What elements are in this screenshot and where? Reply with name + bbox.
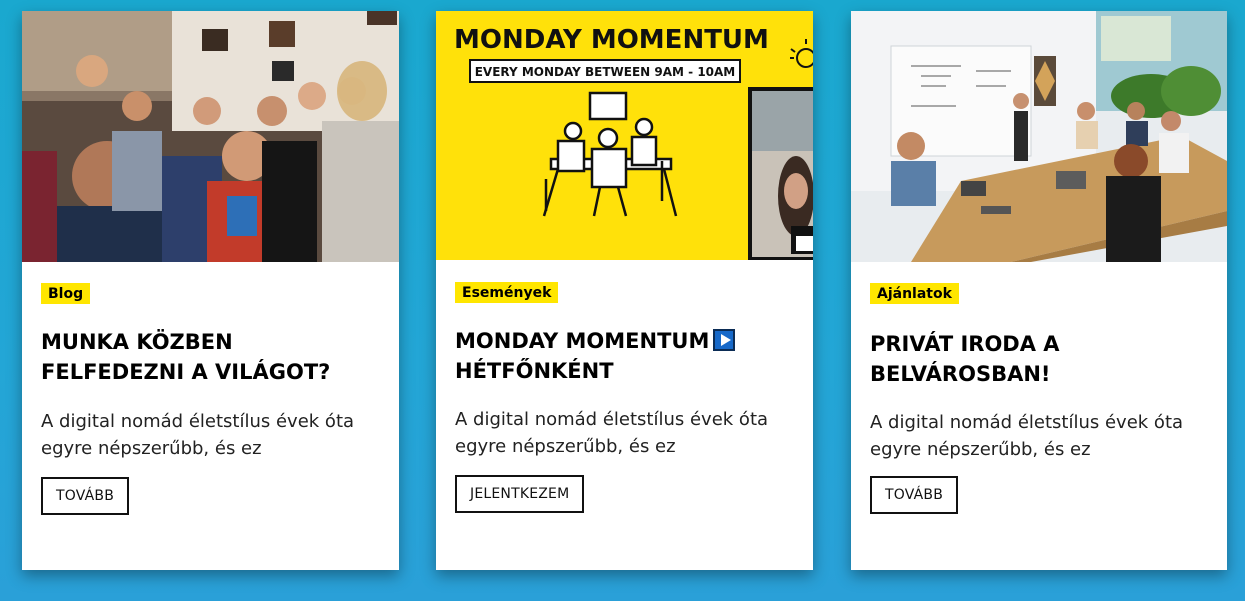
article-card-offer: Ajánlatok PRIVÁT IRODA A BELVÁROSBAN! A … [851, 11, 1227, 570]
more-button[interactable]: TOVÁBB [41, 477, 129, 515]
article-title[interactable]: MUNKA KÖZBEN FELFEDEZNI A VILÁGOT? [41, 327, 371, 387]
play-icon [713, 329, 736, 351]
title-text-line2: HÉTFŐNKÉNT [455, 359, 614, 383]
article-title[interactable]: MONDAY MOMENTUM HÉTFŐNKÉNT [455, 326, 785, 386]
monday-momentum-banner[interactable]: MONDAY MOMENTUM EVERY MONDAY BETWEEN 9AM… [436, 11, 813, 260]
article-title[interactable]: PRIVÁT IRODA A BELVÁROSBAN! [870, 329, 1200, 389]
party-crowd-photo[interactable] [22, 11, 399, 262]
category-badge[interactable]: Blog [41, 283, 91, 304]
office-meeting-photo[interactable] [851, 11, 1227, 262]
article-excerpt: A digital nomád életstílus évek óta egyr… [41, 411, 355, 459]
article-excerpt: A digital nomád életstílus évek óta egyr… [455, 409, 769, 457]
more-button[interactable]: TOVÁBB [870, 476, 958, 514]
banner-headline: MONDAY MOMENTUM [454, 25, 769, 55]
signup-button[interactable]: JELENTKEZEM [455, 475, 585, 513]
article-excerpt: A digital nomád életstílus évek óta egyr… [870, 412, 1184, 460]
article-card-event: MONDAY MOMENTUM EVERY MONDAY BETWEEN 9AM… [436, 11, 813, 570]
title-text: MONDAY MOMENTUM [455, 329, 710, 353]
category-badge[interactable]: Események [455, 282, 559, 303]
article-card-blog: Blog MUNKA KÖZBEN FELFEDEZNI A VILÁGOT? … [22, 11, 399, 570]
banner-subhead: EVERY MONDAY BETWEEN 9AM - 10AM [475, 65, 736, 79]
category-badge[interactable]: Ajánlatok [870, 283, 959, 304]
